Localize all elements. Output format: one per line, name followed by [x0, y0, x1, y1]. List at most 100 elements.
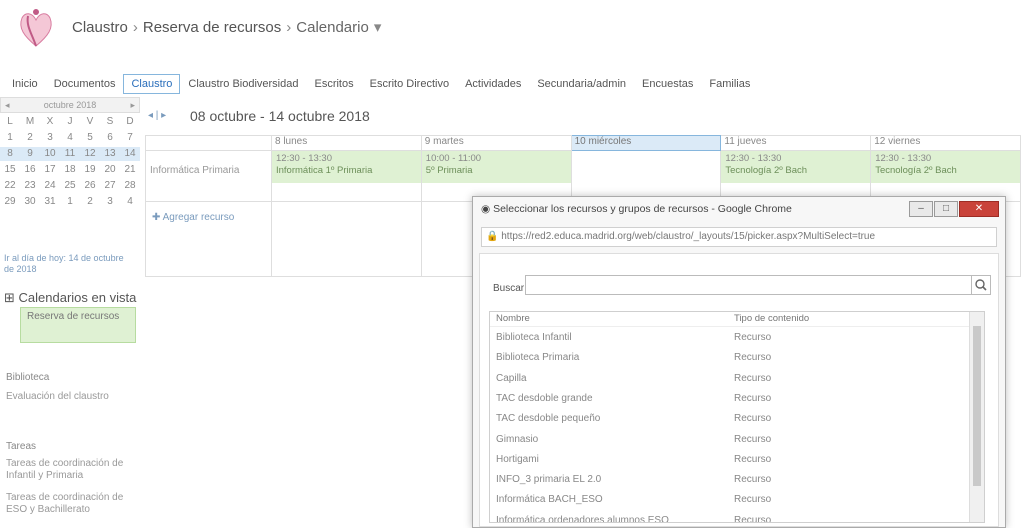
- sidebar-section-tasks[interactable]: Tareas: [6, 441, 36, 452]
- day-cell[interactable]: 26: [80, 179, 100, 193]
- day-cell[interactable]: 24: [40, 179, 60, 193]
- calendar-event[interactable]: 12:30 - 13:30 Tecnología 2º Bach: [871, 151, 1020, 183]
- close-icon[interactable]: ✕: [959, 201, 999, 217]
- event-time: 12:30 - 13:30: [276, 153, 332, 164]
- day-cell[interactable]: 5: [80, 131, 100, 145]
- sidebar-section-library[interactable]: Biblioteca: [6, 372, 49, 383]
- list-item[interactable]: INFO_3 primaria EL 2.0 Recurso: [490, 470, 966, 490]
- nav-item[interactable]: Escrito Directivo: [362, 74, 457, 94]
- day-cell[interactable]: 2: [20, 131, 40, 145]
- nav-item[interactable]: Claustro: [123, 74, 181, 94]
- day-cell[interactable]: 23: [20, 179, 40, 193]
- calendar-event[interactable]: 12:30 - 13:30 Informática 1º Primaria: [272, 151, 421, 183]
- day-cell[interactable]: 12:30 - 13:30 Tecnología 2º Bach: [870, 150, 1021, 202]
- day-cell[interactable]: 17: [40, 163, 60, 177]
- resource-calendar-button[interactable]: Reserva de recursos: [20, 307, 136, 343]
- sidebar-item-evaluation[interactable]: Evaluación del claustro: [6, 391, 136, 403]
- resource-type: Recurso: [734, 392, 772, 404]
- chevron-down-icon[interactable]: ▾: [374, 19, 382, 36]
- breadcrumb-page[interactable]: Reserva de recursos: [143, 19, 281, 36]
- day-cell[interactable]: 16: [20, 163, 40, 177]
- day-cell[interactable]: 9: [20, 147, 40, 161]
- day-cell[interactable]: 29: [0, 195, 20, 209]
- add-resource-link[interactable]: ✚ Agregar recurso: [145, 201, 272, 277]
- search-icon[interactable]: [971, 275, 991, 295]
- day-cell[interactable]: 19: [80, 163, 100, 177]
- day-cell[interactable]: 14: [120, 147, 140, 161]
- nav-item[interactable]: Encuestas: [634, 74, 701, 94]
- sidebar-item-task[interactable]: Tareas de coordinación de ESO y Bachille…: [6, 492, 136, 516]
- next-month-icon[interactable]: ▸: [130, 100, 135, 111]
- column-name-header[interactable]: Nombre: [496, 313, 530, 324]
- nav-item[interactable]: Escritos: [306, 74, 361, 94]
- minimize-icon[interactable]: –: [909, 201, 933, 217]
- day-cell[interactable]: 1: [60, 195, 80, 209]
- day-cell[interactable]: 31: [40, 195, 60, 209]
- day-cell[interactable]: 4: [60, 131, 80, 145]
- day-column-header[interactable]: 9 martes: [420, 135, 572, 151]
- day-cell[interactable]: 10:00 - 11:00 5º Primaria: [420, 150, 572, 202]
- day-cell[interactable]: 3: [100, 195, 120, 209]
- event-title: Tecnología 2º Bach: [725, 165, 808, 176]
- mini-calendar: ◂ octubre 2018 ▸ L M X J V S D 1 2 3 4 5 6 7 8 9 10 11 12 1…: [0, 97, 140, 209]
- address-bar[interactable]: 🔒 https://red2.educa.madrid.org/web/clau…: [481, 227, 997, 247]
- day-cell[interactable]: 3: [40, 131, 60, 145]
- day-cell[interactable]: 30: [20, 195, 40, 209]
- day-cell[interactable]: 18: [60, 163, 80, 177]
- day-cell[interactable]: 25: [60, 179, 80, 193]
- list-item[interactable]: Biblioteca Infantil Recurso: [490, 328, 966, 348]
- day-cell[interactable]: 21: [120, 163, 140, 177]
- day-cell[interactable]: 11: [60, 147, 80, 161]
- day-cell[interactable]: 7: [120, 131, 140, 145]
- dialog-title: ◉ Seleccionar los recursos y grupos de r…: [481, 203, 792, 215]
- maximize-icon[interactable]: □: [934, 201, 958, 217]
- day-cell[interactable]: 6: [100, 131, 120, 145]
- day-cell[interactable]: 10: [40, 147, 60, 161]
- day-column-header[interactable]: 10 miércoles: [570, 135, 722, 151]
- day-cell[interactable]: 8: [0, 147, 20, 161]
- day-cell[interactable]: 13: [100, 147, 120, 161]
- day-cell[interactable]: 4: [120, 195, 140, 209]
- list-item[interactable]: Informática BACH_ESO Recurso: [490, 490, 966, 510]
- day-cell[interactable]: 22: [0, 179, 20, 193]
- list-item[interactable]: Biblioteca Primaria Recurso: [490, 348, 966, 368]
- nav-item[interactable]: Inicio: [4, 74, 46, 94]
- list-item[interactable]: Hortigami Recurso: [490, 450, 966, 470]
- nav-item[interactable]: Familias: [701, 74, 758, 94]
- sidebar-item-task[interactable]: Tareas de coordinación de Infantil y Pri…: [6, 458, 136, 482]
- scrollbar-thumb[interactable]: [973, 326, 981, 486]
- resource-name: Gimnasio: [496, 433, 539, 445]
- day-cell[interactable]: 27: [100, 179, 120, 193]
- day-cell[interactable]: 12:30 - 13:30 Tecnología 2º Bach: [720, 150, 872, 202]
- nav-item[interactable]: Secundaria/admin: [529, 74, 634, 94]
- calendar-event[interactable]: 10:00 - 11:00 5º Primaria: [421, 151, 571, 183]
- list-item[interactable]: TAC desdoble pequeño Recurso: [490, 409, 966, 429]
- day-cell[interactable]: 2: [80, 195, 100, 209]
- list-item[interactable]: Informática ordenadores alumnos ESO Recur…: [490, 511, 966, 522]
- day-column-header[interactable]: 8 lunes: [271, 135, 422, 151]
- day-column-header[interactable]: 11 jueves: [720, 135, 872, 151]
- list-item[interactable]: Gimnasio Recurso: [490, 430, 966, 450]
- day-cell[interactable]: 12: [80, 147, 100, 161]
- day-column-header[interactable]: 12 viernes: [870, 135, 1021, 151]
- nav-item[interactable]: Documentos: [46, 74, 124, 94]
- day-cell[interactable]: 1: [0, 131, 20, 145]
- day-cell[interactable]: 28: [120, 179, 140, 193]
- column-type-header[interactable]: Tipo de contenido: [734, 313, 809, 324]
- calendar-event[interactable]: 12:30 - 13:30 Tecnología 2º Bach: [721, 151, 871, 183]
- event-time: 12:30 - 13:30: [875, 153, 932, 164]
- go-to-today-link[interactable]: Ir al día de hoy: 14 de octubre de 2018: [4, 253, 134, 275]
- nav-item[interactable]: Claustro Biodiversidad: [180, 74, 306, 94]
- list-item[interactable]: TAC desdoble grande Recurso: [490, 389, 966, 409]
- search-input[interactable]: [525, 275, 973, 295]
- prev-month-icon[interactable]: ◂: [5, 100, 10, 111]
- list-scrollbar[interactable]: [969, 312, 984, 522]
- list-item[interactable]: Capilla Recurso: [490, 369, 966, 389]
- breadcrumb-site[interactable]: Claustro: [72, 19, 128, 36]
- week-navigation-arrows[interactable]: ◂ | ▸: [148, 110, 166, 121]
- day-cell[interactable]: 20: [100, 163, 120, 177]
- day-cell[interactable]: [570, 150, 722, 202]
- nav-item[interactable]: Actividades: [457, 74, 529, 94]
- day-cell[interactable]: 12:30 - 13:30 Informática 1º Primaria: [271, 150, 422, 202]
- day-cell[interactable]: 15: [0, 163, 20, 177]
